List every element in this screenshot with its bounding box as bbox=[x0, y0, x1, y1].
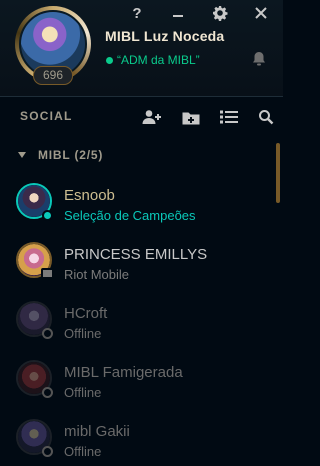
friend-status: Offline bbox=[64, 326, 102, 341]
settings-button[interactable] bbox=[211, 4, 229, 22]
mobile-status-icon bbox=[41, 268, 54, 279]
scrollbar-thumb[interactable] bbox=[276, 143, 280, 203]
friend-name: HCroft bbox=[64, 305, 108, 322]
profile-header: 696 ? MIBL Luz Noceda “ADM da MIBL” bbox=[0, 0, 283, 96]
social-toolbar: SOCIAL bbox=[0, 97, 283, 135]
friend-name: PRINCESS EMILLYS bbox=[64, 246, 208, 263]
friend-name: MIBL Famigerada bbox=[64, 364, 183, 381]
friend-name: Esnoob bbox=[64, 187, 115, 204]
friend-status: Offline bbox=[64, 444, 102, 459]
gear-icon bbox=[213, 6, 228, 21]
help-button[interactable]: ? bbox=[128, 4, 146, 22]
group-label: MIBL (2/5) bbox=[38, 148, 104, 162]
friend-list-item[interactable]: mibl Gakii Offline bbox=[0, 410, 274, 466]
status-indicator bbox=[42, 387, 53, 398]
status-indicator bbox=[42, 328, 53, 339]
friend-name: mibl Gakii bbox=[64, 423, 130, 440]
minimize-icon bbox=[173, 15, 183, 17]
friend-status: Seleção de Campeões bbox=[64, 208, 196, 223]
notifications-button[interactable] bbox=[250, 50, 268, 68]
chevron-down-icon bbox=[18, 152, 26, 158]
list-sort-icon bbox=[220, 110, 238, 124]
summoner-name[interactable]: MIBL Luz Noceda bbox=[105, 28, 224, 44]
social-title: SOCIAL bbox=[20, 109, 73, 123]
close-icon bbox=[255, 7, 267, 19]
friend-list-item[interactable]: MIBL Famigerada Offline bbox=[0, 351, 274, 409]
status-message[interactable]: “ADM da MIBL” bbox=[117, 53, 200, 67]
friend-status: Offline bbox=[64, 385, 102, 400]
close-button[interactable] bbox=[252, 4, 270, 22]
bell-icon bbox=[253, 52, 265, 66]
add-folder-icon bbox=[182, 112, 200, 124]
online-status-dot bbox=[106, 57, 113, 64]
sort-list-button[interactable] bbox=[219, 107, 239, 127]
search-button[interactable] bbox=[256, 107, 276, 127]
friend-group-header[interactable]: MIBL (2/5) bbox=[0, 143, 270, 167]
add-folder-button[interactable] bbox=[181, 107, 201, 127]
status-indicator bbox=[42, 446, 53, 457]
add-friend-button[interactable] bbox=[142, 107, 162, 127]
level-badge: 696 bbox=[33, 66, 73, 85]
minimize-button[interactable] bbox=[169, 4, 187, 22]
friend-list-item[interactable]: PRINCESS EMILLYS Riot Mobile bbox=[0, 233, 274, 291]
status-indicator bbox=[42, 210, 53, 221]
friend-list-item[interactable]: Esnoob Seleção de Campeões bbox=[0, 174, 274, 232]
friend-status: Riot Mobile bbox=[64, 267, 130, 282]
friend-list-item[interactable]: HCroft Offline bbox=[0, 292, 274, 350]
add-friend-icon bbox=[142, 110, 161, 124]
search-icon bbox=[259, 110, 274, 125]
